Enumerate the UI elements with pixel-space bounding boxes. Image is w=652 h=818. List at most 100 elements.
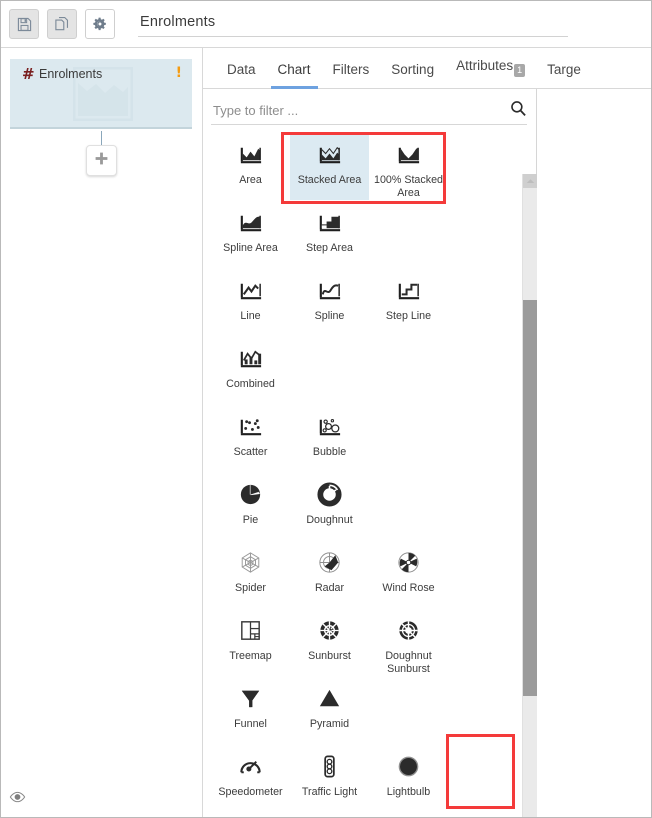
pie-chart-icon — [236, 479, 266, 509]
chart-type-traffic-light-label: Traffic Light — [301, 786, 358, 798]
chart-type-stacked-area-label: Stacked Area — [297, 174, 362, 186]
chart-type-funnel[interactable]: Funnel — [211, 676, 290, 744]
chart-type-step-line[interactable]: Step Line — [369, 268, 448, 336]
chart-type-picker: Area Stacked Area — [203, 89, 538, 817]
area-chart-icon — [236, 139, 266, 169]
chart-type-grid: Area Stacked Area 100% Stacked Area Spli… — [211, 132, 519, 810]
plus-icon — [94, 151, 109, 171]
chart-type-scatter[interactable]: Scatter — [211, 404, 290, 472]
chart-type-step-line-label: Step Line — [385, 310, 432, 322]
stacked-area-chart-icon — [315, 139, 345, 169]
chart-type-empty-4 — [369, 404, 448, 472]
chart-type-pyramid[interactable]: Pyramid — [290, 676, 369, 744]
combined-chart-icon — [236, 343, 266, 373]
sunburst-chart-icon — [315, 615, 345, 645]
save-button[interactable] — [9, 9, 39, 39]
chart-type-100-stacked-area[interactable]: 100% Stacked Area — [369, 132, 448, 200]
chart-type-pie[interactable]: Pie — [211, 472, 290, 540]
chart-type-grid-viewport: Area Stacked Area 100% Stacked Area Spli… — [211, 132, 519, 810]
chart-type-spider[interactable]: Spider — [211, 540, 290, 608]
chart-type-speedometer-label: Speedometer — [218, 786, 283, 798]
tab-data-label: Data — [227, 62, 256, 77]
filter-row — [211, 97, 527, 125]
chart-type-treemap[interactable]: Treemap — [211, 608, 290, 676]
radar-chart-icon — [315, 547, 345, 577]
tab-data[interactable]: Data — [227, 62, 256, 88]
gear-icon — [92, 16, 108, 32]
chart-type-wind-rose[interactable]: Wind Rose — [369, 540, 448, 608]
tab-chart[interactable]: Chart — [270, 62, 318, 89]
flow-connector-line — [101, 131, 102, 146]
spline-area-chart-icon — [236, 207, 266, 237]
tab-filters[interactable]: Filters — [333, 62, 370, 88]
doughnut-chart-icon — [315, 479, 345, 509]
doughnut-sunburst-chart-icon — [394, 615, 424, 645]
chart-type-doughnut[interactable]: Doughnut — [290, 472, 369, 540]
chart-type-spline-label: Spline — [314, 310, 345, 322]
chart-type-pyramid-label: Pyramid — [309, 718, 350, 730]
chart-type-line-label: Line — [240, 310, 261, 322]
chart-type-lightbulb-label: Lightbulb — [386, 786, 431, 798]
tab-sorting[interactable]: Sorting — [391, 62, 434, 88]
step-line-chart-icon — [394, 275, 424, 305]
warning-icon: ! — [175, 65, 182, 81]
top-toolbar: Enrolments — [1, 1, 651, 48]
chart-type-wind-rose-label: Wind Rose — [382, 582, 435, 594]
chart-grid-scrollbar[interactable] — [522, 174, 538, 817]
chart-type-bubble[interactable]: Bubble — [290, 404, 369, 472]
chart-type-radar-label: Radar — [314, 582, 345, 594]
add-node-button[interactable] — [86, 145, 117, 176]
chart-type-combined[interactable]: Combined — [211, 336, 290, 404]
chart-type-doughnut-sunburst[interactable]: Doughnut Sunburst — [369, 608, 448, 676]
chart-type-speedometer[interactable]: Speedometer — [211, 744, 290, 810]
tab-targets[interactable]: Targe — [547, 62, 581, 88]
chart-type-doughnut-label: Doughnut — [306, 514, 353, 526]
chart-type-100-stacked-area-label: 100% Stacked Area — [374, 174, 443, 199]
chart-type-stacked-area[interactable]: Stacked Area — [290, 132, 369, 200]
chart-type-doughnut-sunburst-label: Doughnut Sunburst — [385, 650, 432, 675]
funnel-chart-icon — [236, 683, 266, 713]
flow-node-label: Enrolments — [39, 67, 103, 81]
chart-type-step-area[interactable]: Step Area — [290, 200, 369, 268]
floppy-disk-icon — [17, 17, 32, 32]
chart-type-step-area-label: Step Area — [306, 242, 353, 254]
report-title-field[interactable]: Enrolments — [138, 11, 568, 37]
chart-type-sunburst[interactable]: Sunburst — [290, 608, 369, 676]
chart-type-empty-2 — [290, 336, 369, 404]
copy-pages-icon — [54, 16, 70, 32]
settings-button[interactable] — [85, 9, 115, 39]
scatter-chart-icon — [236, 411, 266, 441]
scrollbar-thumb[interactable] — [523, 300, 538, 696]
chart-type-area[interactable]: Area — [211, 132, 290, 200]
chart-type-combined-label: Combined — [226, 378, 275, 390]
chart-type-spline-area-label: Spline Area — [223, 242, 278, 254]
wind-rose-chart-icon — [394, 547, 424, 577]
chart-type-lightbulb[interactable]: Lightbulb — [369, 744, 448, 810]
line-chart-icon — [236, 275, 266, 305]
tab-attributes-badge: 1 — [514, 64, 526, 77]
chart-preview-pane — [537, 89, 651, 817]
chart-type-selector-window: Enrolments # Enrolments ! Data Chart Fil… — [0, 0, 652, 818]
chart-type-sunburst-label: Sunburst — [308, 650, 351, 662]
search-icon[interactable] — [510, 100, 527, 122]
eye-icon[interactable] — [9, 790, 26, 808]
speedometer-chart-icon — [236, 751, 266, 781]
flow-node-enrolments[interactable]: # Enrolments ! — [10, 59, 192, 129]
chart-type-traffic-light[interactable]: Traffic Light — [290, 744, 369, 810]
traffic-light-chart-icon — [315, 751, 345, 781]
chart-type-radar[interactable]: Radar — [290, 540, 369, 608]
chart-type-line[interactable]: Line — [211, 268, 290, 336]
flow-sidebar: # Enrolments ! — [1, 48, 203, 817]
chart-type-empty-3 — [369, 336, 448, 404]
tab-attributes[interactable]: Attributes 1 — [456, 58, 526, 88]
scrollbar-up-button[interactable] — [523, 174, 538, 188]
tab-bar: Data Chart Filters Sorting Attributes 1 T… — [203, 48, 651, 89]
filter-input[interactable] — [211, 103, 510, 118]
pyramid-chart-icon — [315, 683, 345, 713]
chart-type-area-label: Area — [239, 174, 262, 186]
chart-type-spider-label: Spider — [235, 582, 266, 594]
copy-button[interactable] — [47, 9, 77, 39]
chart-type-bubble-label: Bubble — [312, 446, 347, 458]
chart-type-spline-area[interactable]: Spline Area — [211, 200, 290, 268]
chart-type-spline[interactable]: Spline — [290, 268, 369, 336]
